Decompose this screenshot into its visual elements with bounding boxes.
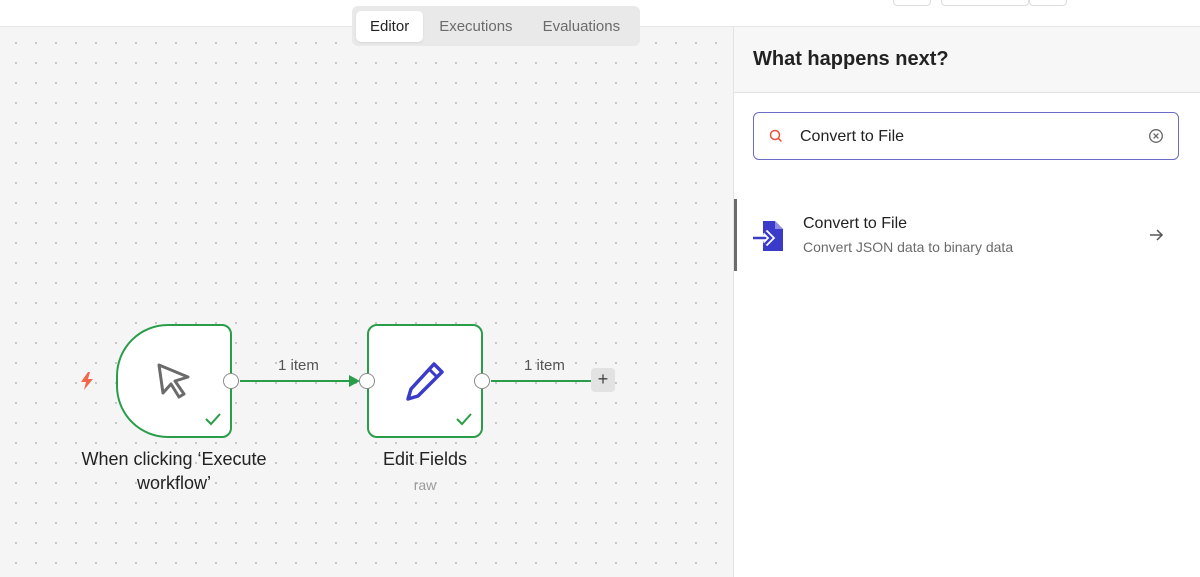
success-check-icon bbox=[456, 413, 472, 426]
node-label: When clicking ‘Execute workflow’ bbox=[54, 447, 294, 495]
node-subtitle: raw bbox=[413, 477, 437, 493]
add-node-button[interactable]: + bbox=[591, 368, 615, 392]
tab-editor[interactable]: Editor bbox=[356, 10, 424, 42]
tab-evaluations[interactable]: Evaluations bbox=[529, 11, 635, 42]
cursor-icon bbox=[157, 363, 190, 399]
search-icon bbox=[769, 129, 783, 143]
output-handle[interactable] bbox=[474, 373, 490, 389]
edge-label: 1 item bbox=[278, 357, 319, 374]
input-handle[interactable] bbox=[359, 373, 375, 389]
node-label: Edit Fields bbox=[382, 449, 468, 469]
panel-header: What happens next? bbox=[734, 27, 1200, 93]
convert-to-file-icon bbox=[753, 221, 783, 251]
pencil-icon bbox=[406, 362, 444, 401]
clear-search-icon[interactable] bbox=[1148, 128, 1164, 144]
edge-label: 1 item bbox=[524, 357, 565, 374]
top-bar-control[interactable] bbox=[1029, 0, 1067, 6]
node-search-box[interactable] bbox=[753, 112, 1179, 160]
node-creator-panel: What happens next? Convert to File Conve… bbox=[733, 27, 1200, 577]
node-edit-fields[interactable] bbox=[367, 324, 483, 438]
node-label-line: workflow’ bbox=[136, 473, 211, 493]
panel-title: What happens next? bbox=[753, 48, 949, 70]
output-handle[interactable] bbox=[223, 373, 239, 389]
success-check-icon bbox=[205, 413, 221, 426]
selection-indicator bbox=[734, 199, 737, 271]
view-tabs: Editor Executions Evaluations bbox=[352, 6, 641, 46]
search-input[interactable] bbox=[800, 126, 1130, 148]
trigger-bolt-icon bbox=[81, 372, 93, 390]
search-result-item[interactable]: Convert to File Convert JSON data to bin… bbox=[734, 197, 1200, 273]
top-bar-control[interactable] bbox=[941, 0, 1029, 6]
top-bar-control[interactable] bbox=[893, 0, 931, 6]
tab-executions[interactable]: Executions bbox=[425, 11, 526, 42]
arrow-right-icon bbox=[1150, 229, 1164, 241]
node-label-line: When clicking ‘Execute bbox=[81, 449, 267, 469]
result-description: Convert JSON data to binary data bbox=[803, 239, 1014, 255]
node-manual-trigger[interactable] bbox=[116, 324, 232, 438]
result-title: Convert to File bbox=[803, 215, 908, 232]
